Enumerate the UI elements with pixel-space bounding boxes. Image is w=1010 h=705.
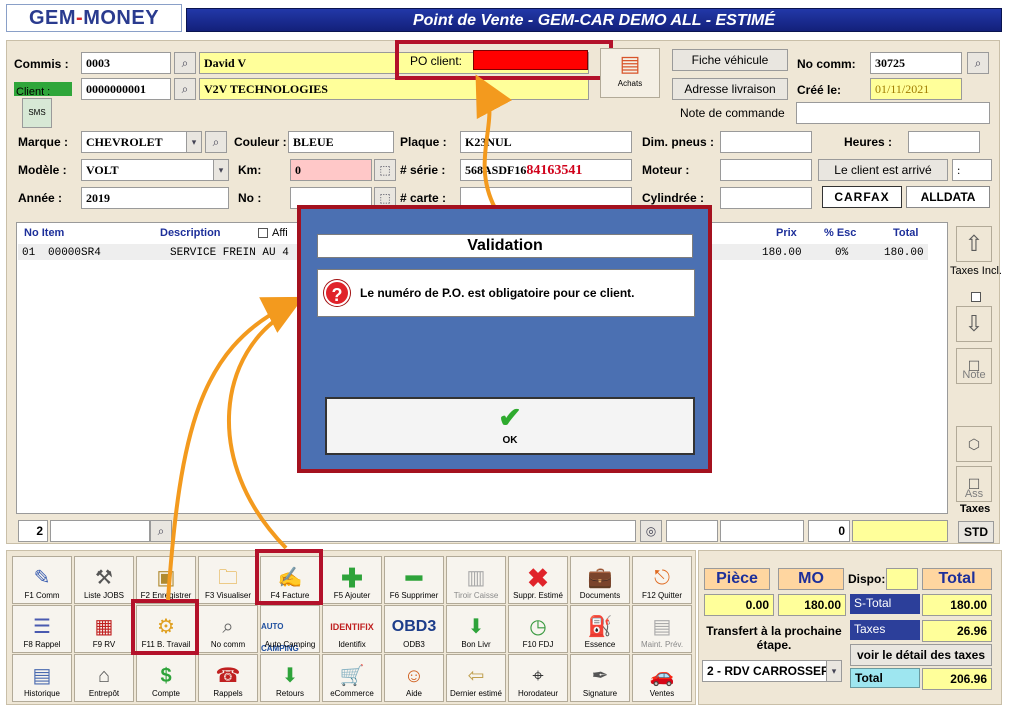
ok-label: OK <box>502 435 518 446</box>
dialog-message: Le numéro de P.O. est obligatoire pour c… <box>360 286 635 300</box>
arrow-from-facture <box>227 310 289 550</box>
validation-dialog: Validation ? Le numéro de P.O. est oblig… <box>297 205 712 473</box>
question-icon: ? <box>324 280 350 306</box>
checkmark-icon: ✔ <box>498 402 522 433</box>
dialog-title: Validation <box>317 234 693 258</box>
arrow-from-b-travail <box>166 296 304 601</box>
dialog-message-box: ? Le numéro de P.O. est obligatoire pour… <box>317 269 695 317</box>
arrow-to-po-client <box>475 74 513 209</box>
ok-button[interactable]: ✔ OK <box>325 397 695 455</box>
